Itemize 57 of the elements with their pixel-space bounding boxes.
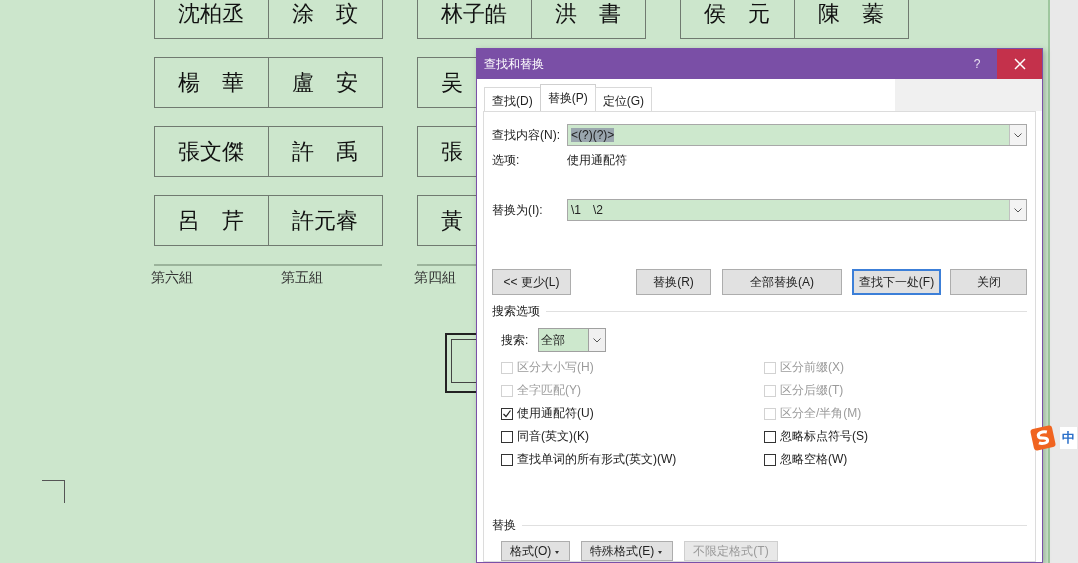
- name-cell: 呂 芹: [154, 195, 269, 246]
- search-label: 搜索:: [501, 331, 529, 349]
- search-dropdown[interactable]: 全部: [538, 328, 607, 352]
- crop-mark: [42, 480, 65, 503]
- group-label: 第四組: [414, 269, 456, 287]
- dialog-button[interactable]: 全部替换(A): [722, 269, 842, 295]
- checkbox-label: 同音(英文)(K): [517, 428, 589, 445]
- name-cell: 許元睿: [269, 195, 383, 246]
- checkbox-label: 区分后缀(T): [780, 382, 844, 399]
- find-field[interactable]: <(?)(?)>: [567, 124, 1027, 146]
- name-cell: 林子皓: [417, 0, 532, 39]
- name-cell: 楊 華: [154, 57, 269, 108]
- replace-field[interactable]: \1 \2: [567, 199, 1027, 221]
- name-cell: 涂 玟: [269, 0, 383, 39]
- tab[interactable]: 替换(P): [539, 84, 596, 112]
- checkbox-label: 区分全/半角(M): [780, 405, 862, 422]
- dialog-button[interactable]: 关闭: [950, 269, 1027, 295]
- checkbox-label: 查找单词的所有形式(英文)(W): [517, 451, 677, 468]
- format-button[interactable]: 特殊格式(E): [581, 541, 674, 561]
- ime-logo-icon[interactable]: [1029, 424, 1057, 452]
- checkbox-label: 全字匹配(Y): [517, 382, 581, 399]
- name-cell: 陳 蓁: [795, 0, 909, 39]
- name-cell: 沈柏丞: [154, 0, 269, 39]
- tab[interactable]: 查找(D): [484, 87, 541, 112]
- group-label: 第五組: [281, 269, 323, 287]
- name-cell: 洪 書: [532, 0, 646, 39]
- chevron-down-icon: [1014, 132, 1022, 138]
- section-title: 搜索选项: [492, 303, 540, 320]
- checkbox-label: 使用通配符(U): [517, 405, 594, 422]
- name-cell: 侯 元: [680, 0, 795, 39]
- name-cell: 許 禹: [269, 126, 383, 177]
- group-label: 第六組: [151, 269, 193, 287]
- checkbox[interactable]: [764, 453, 776, 466]
- dialog-button[interactable]: 查找下一处(F): [852, 269, 941, 295]
- ime-mode-indicator[interactable]: 中: [1060, 427, 1077, 449]
- section-title: 替换: [492, 517, 516, 534]
- checkbox-label: 忽略标点符号(S): [780, 428, 868, 445]
- help-button[interactable]: ?: [957, 57, 997, 71]
- checkbox-label: 区分前缀(X): [780, 359, 844, 376]
- checkbox-label: 忽略空格(W): [780, 451, 848, 468]
- close-icon: [1013, 58, 1026, 70]
- chevron-down-icon: [593, 337, 602, 343]
- checkbox[interactable]: [501, 453, 513, 466]
- checkbox-label: 区分大小写(H): [517, 359, 594, 376]
- chevron-down-icon: [1014, 207, 1022, 213]
- check-icon: [502, 408, 512, 419]
- close-button[interactable]: [997, 49, 1042, 79]
- dialog-button[interactable]: 替换(R): [636, 269, 711, 295]
- checkbox[interactable]: [501, 430, 513, 443]
- name-cell: 張文傑: [154, 126, 269, 177]
- checkbox[interactable]: [501, 407, 513, 420]
- dialog-button[interactable]: << 更少(L): [492, 269, 571, 295]
- options-label: 选项:: [492, 151, 521, 169]
- checkbox[interactable]: [764, 430, 776, 443]
- format-button[interactable]: 格式(O): [501, 541, 571, 561]
- options-value: 使用通配符: [567, 151, 627, 169]
- name-cell: 盧 安: [269, 57, 383, 108]
